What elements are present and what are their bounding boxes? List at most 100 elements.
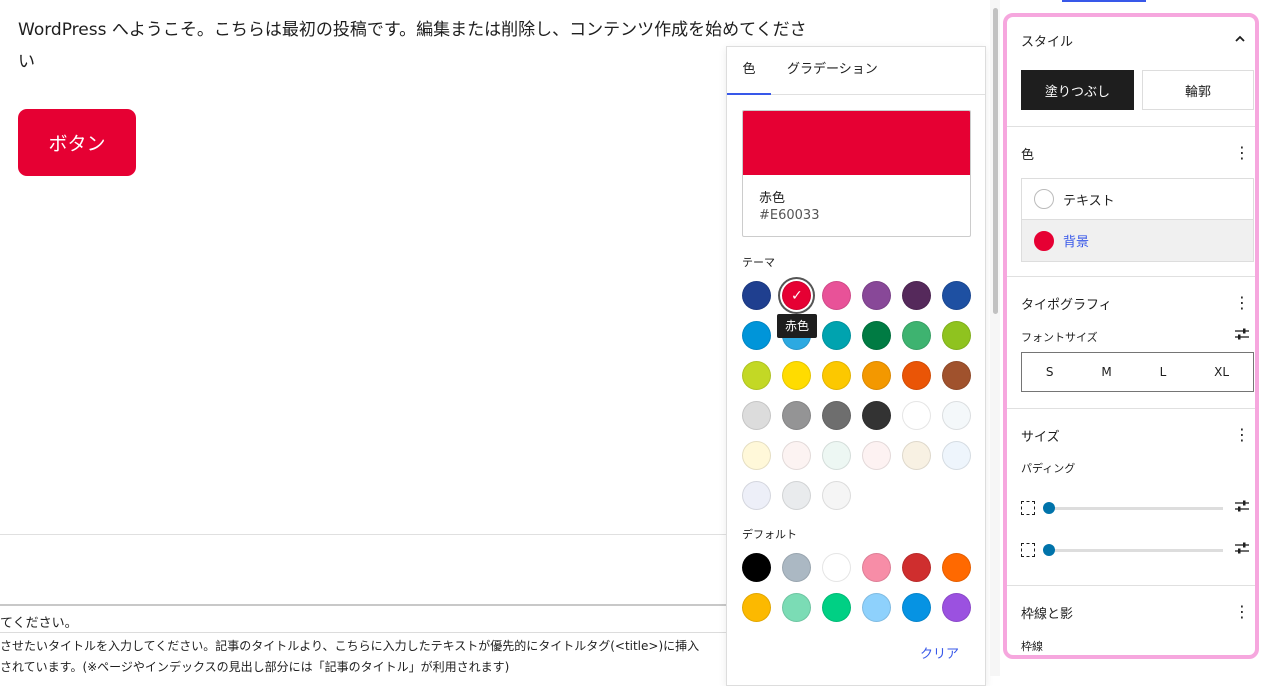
theme-color-swatch[interactable] — [822, 321, 851, 350]
padding-vertical-control — [1021, 498, 1253, 518]
theme-color-swatch[interactable] — [822, 281, 851, 310]
theme-color-swatch[interactable] — [742, 481, 771, 510]
color-item-text[interactable]: テキスト — [1022, 179, 1253, 220]
theme-color-swatch[interactable] — [782, 401, 811, 430]
panel-divider — [1007, 126, 1255, 127]
font-size-l[interactable]: L — [1160, 365, 1167, 379]
canvas-scrollbar-thumb[interactable] — [993, 8, 998, 314]
color-picker-popover: 色 グラデーション 赤色 #E60033 テーマ ✓ 赤色 デフォルト クリア — [726, 46, 986, 686]
theme-color-swatch[interactable] — [902, 281, 931, 310]
font-size-s[interactable]: S — [1046, 365, 1054, 379]
default-color-swatch[interactable] — [862, 593, 891, 622]
theme-color-swatch[interactable] — [782, 481, 811, 510]
meta-help-line-1: させたいタイトルを入力してください。記事のタイトルより、こちらに入力したテキスト… — [0, 639, 700, 653]
style-outline-button[interactable]: 輪郭 — [1142, 70, 1254, 110]
default-color-swatch[interactable] — [942, 553, 971, 582]
border-options-icon[interactable]: ⋮ — [1234, 604, 1250, 620]
theme-color-swatch[interactable] — [742, 441, 771, 470]
dimensions-panel-title: サイズ — [1021, 430, 1060, 445]
panel-divider — [1007, 276, 1255, 277]
color-tooltip: 赤色 — [777, 314, 817, 338]
theme-color-swatch[interactable] — [862, 281, 891, 310]
custom-padding-horizontal-icon[interactable] — [1234, 541, 1250, 559]
theme-color-swatch[interactable] — [742, 321, 771, 350]
style-fill-button[interactable]: 塗りつぶし — [1021, 70, 1134, 110]
theme-color-swatch[interactable] — [822, 361, 851, 390]
color-item-background[interactable]: 背景 — [1022, 220, 1253, 261]
theme-color-swatch[interactable] — [822, 481, 851, 510]
theme-color-swatch[interactable] — [862, 321, 891, 350]
padding-horizontal-icon — [1021, 543, 1035, 557]
check-icon: ✓ — [791, 288, 803, 304]
color-item-text-label: テキスト — [1063, 193, 1115, 209]
custom-size-icon[interactable] — [1234, 327, 1250, 346]
color-type-tabs: 色 グラデーション — [727, 47, 985, 95]
sidebar-tab-indicator — [1062, 0, 1146, 2]
post-paragraph[interactable]: WordPress へようこそ。こちらは最初の投稿です。編集または削除し、コンテ… — [18, 14, 818, 78]
panel-divider — [1007, 408, 1255, 409]
color-panel-title: 色 — [1021, 148, 1035, 163]
theme-color-swatch[interactable]: ✓ — [782, 281, 811, 310]
meta-box: てください。 させたいタイトルを入力してください。記事のタイトルより、こちらに入… — [0, 604, 726, 676]
theme-color-swatch[interactable] — [902, 361, 931, 390]
current-color-preview — [743, 111, 970, 175]
padding-vertical-track[interactable] — [1047, 507, 1223, 510]
theme-color-swatch[interactable] — [822, 441, 851, 470]
border-label: 枠線 — [1021, 640, 1043, 653]
padding-vertical-thumb[interactable] — [1043, 502, 1055, 514]
padding-horizontal-thumb[interactable] — [1043, 544, 1055, 556]
default-color-swatch[interactable] — [902, 593, 931, 622]
theme-color-swatch[interactable] — [902, 401, 931, 430]
default-color-swatch[interactable] — [782, 553, 811, 582]
theme-color-swatch[interactable] — [942, 401, 971, 430]
default-color-swatch[interactable] — [822, 553, 851, 582]
theme-color-swatch[interactable] — [942, 441, 971, 470]
meta-title-help: させたいタイトルを入力してください。記事のタイトルより、こちらに入力したテキスト… — [0, 632, 726, 678]
default-color-swatch[interactable] — [942, 593, 971, 622]
font-size-m[interactable]: M — [1101, 365, 1111, 379]
clear-color-button[interactable]: クリア — [920, 643, 959, 662]
meta-help-line-2: されています。(※ページやインデックスの見出し部分には「記事のタイトル」が利用さ… — [0, 660, 510, 674]
styles-panel-title[interactable]: スタイル — [1021, 31, 1073, 50]
theme-color-swatch[interactable] — [782, 441, 811, 470]
default-color-swatch[interactable] — [742, 593, 771, 622]
custom-padding-vertical-icon[interactable] — [1234, 499, 1250, 517]
chevron-up-icon[interactable] — [1233, 32, 1247, 50]
tab-gradient[interactable]: グラデーション — [787, 47, 878, 95]
theme-color-swatch[interactable] — [942, 321, 971, 350]
theme-color-swatch[interactable] — [902, 321, 931, 350]
button-block[interactable]: ボタン — [18, 109, 136, 176]
default-color-swatch[interactable] — [742, 553, 771, 582]
theme-color-swatch[interactable] — [942, 281, 971, 310]
theme-color-swatch[interactable] — [742, 361, 771, 390]
theme-color-swatch[interactable] — [742, 281, 771, 310]
panel-divider — [1007, 585, 1255, 586]
default-color-swatch[interactable] — [862, 553, 891, 582]
theme-color-swatch[interactable] — [742, 401, 771, 430]
padding-label: パディング — [1021, 462, 1076, 475]
padding-horizontal-control — [1021, 540, 1253, 560]
typography-options-icon[interactable]: ⋮ — [1234, 295, 1250, 311]
color-item-background-label: 背景 — [1063, 235, 1090, 250]
theme-color-swatch[interactable] — [942, 361, 971, 390]
padding-horizontal-track[interactable] — [1047, 549, 1223, 552]
font-size-xl[interactable]: XL — [1214, 365, 1229, 379]
theme-color-swatch[interactable] — [862, 361, 891, 390]
border-panel-title: 枠線と影 — [1021, 607, 1074, 622]
tab-solid-color[interactable]: 色 — [727, 47, 771, 95]
default-color-swatch[interactable] — [782, 593, 811, 622]
default-palette-label: デフォルト — [742, 528, 797, 541]
theme-color-swatch[interactable] — [902, 441, 931, 470]
color-options-icon[interactable]: ⋮ — [1234, 145, 1250, 161]
theme-color-swatch[interactable] — [862, 441, 891, 470]
dimensions-options-icon[interactable]: ⋮ — [1234, 427, 1250, 443]
font-size-label: フォントサイズ — [1021, 331, 1098, 344]
default-color-swatch[interactable] — [902, 553, 931, 582]
current-color-swatch[interactable]: 赤色 #E60033 — [742, 110, 971, 237]
background-color-indicator — [1034, 230, 1054, 251]
default-color-swatch[interactable] — [822, 593, 851, 622]
theme-color-swatch[interactable] — [822, 401, 851, 430]
color-element-list: テキスト 背景 — [1021, 178, 1254, 262]
theme-color-swatch[interactable] — [782, 361, 811, 390]
theme-color-swatch[interactable] — [862, 401, 891, 430]
